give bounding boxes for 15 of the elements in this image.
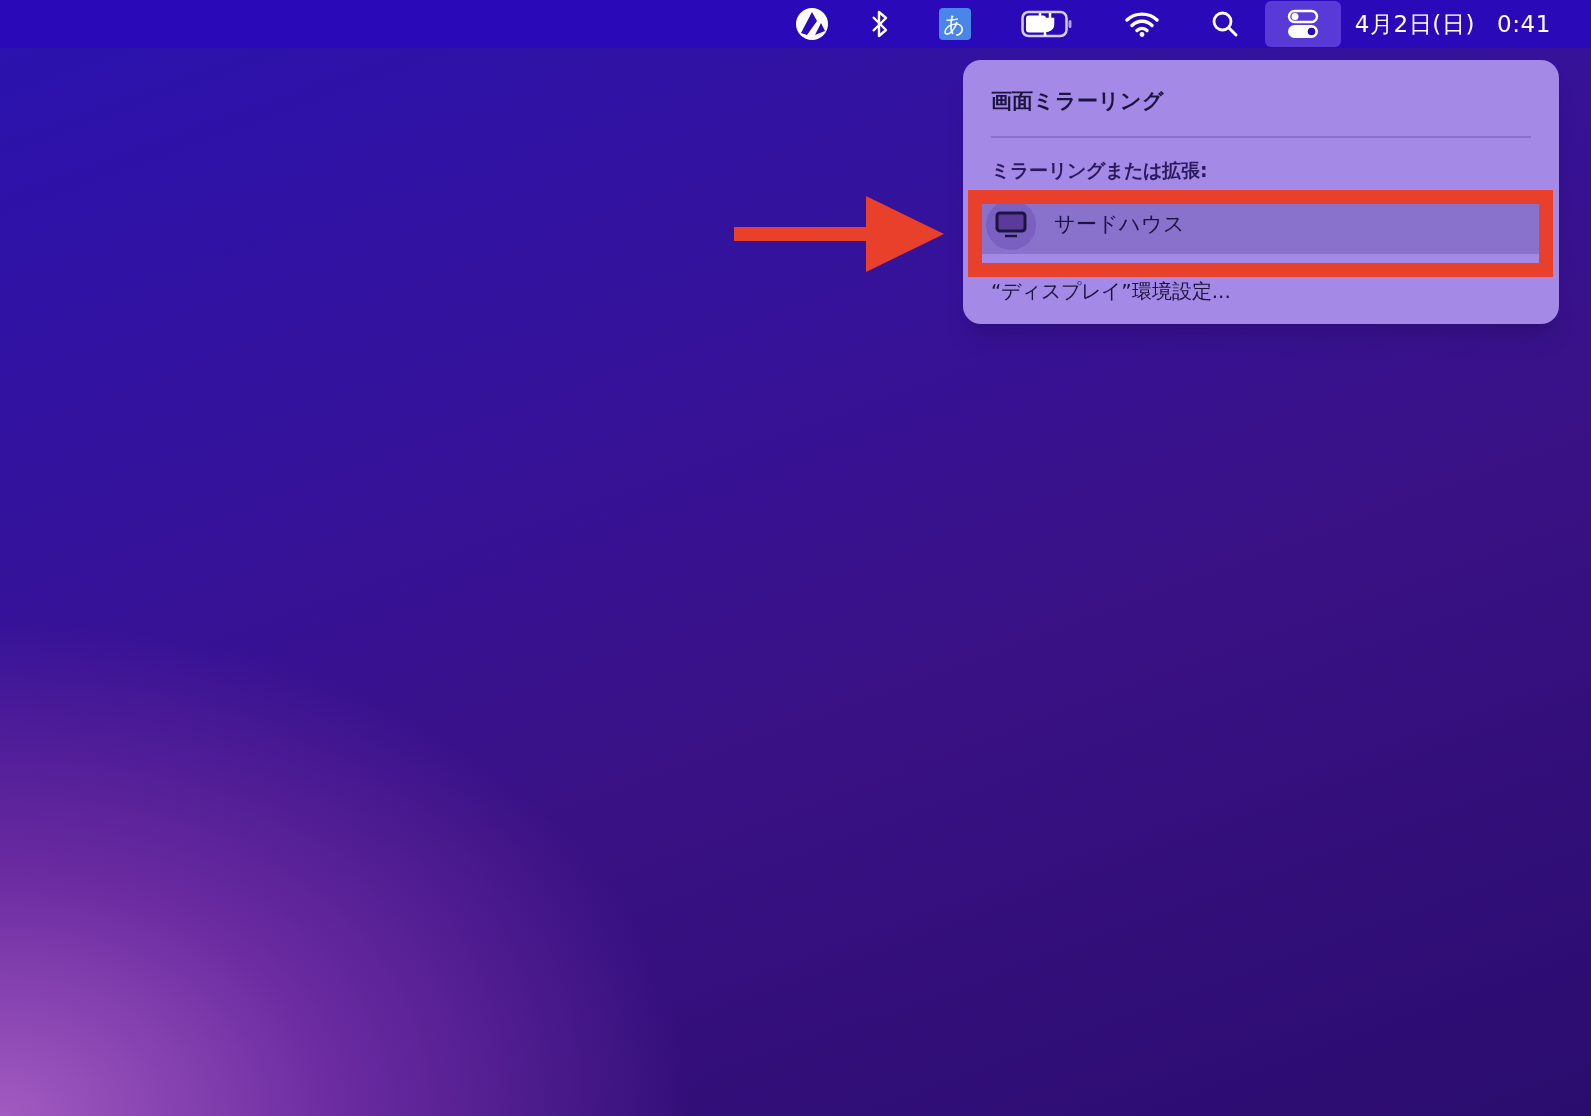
wifi-icon: [1124, 11, 1159, 37]
control-center-menu-item[interactable]: [1264, 1, 1341, 47]
display-preferences-item[interactable]: “ディスプレイ”環境設定...: [991, 276, 1531, 306]
input-source-label: あ: [938, 8, 971, 40]
input-menu-item[interactable]: あ: [936, 1, 973, 47]
control-center-icon: [1286, 9, 1319, 39]
menu-bar-clock[interactable]: 0:41: [1497, 6, 1551, 42]
menu-bar-date[interactable]: 4月2日(日): [1354, 6, 1476, 42]
bluetooth-icon: [870, 9, 889, 39]
section-label: ミラーリングまたは拡張:: [991, 157, 1209, 183]
search-icon: [1210, 10, 1239, 38]
battery-charging-icon: [1020, 10, 1073, 38]
device-name: サードハウス: [1054, 211, 1185, 239]
app-logo-icon: [794, 7, 829, 41]
menu-title: 画面ミラーリング: [991, 88, 1165, 115]
